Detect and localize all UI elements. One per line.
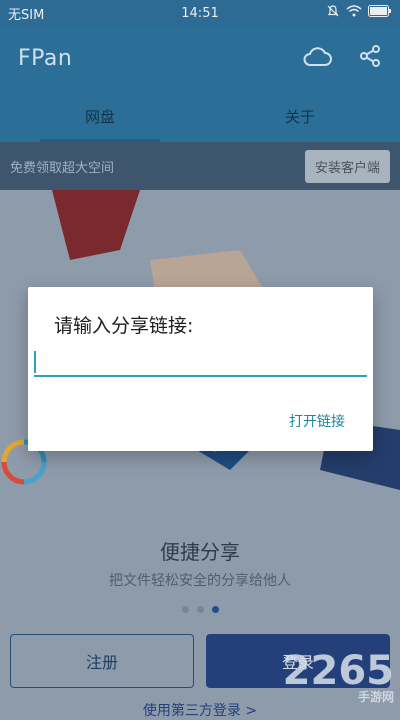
page-dot[interactable] <box>196 606 204 613</box>
app-title: FPan <box>18 45 73 71</box>
tab-bar: 网盘 关于 <box>0 90 400 142</box>
dialog-title: 请输入分享链接: <box>54 315 194 337</box>
tab-about[interactable]: 关于 <box>200 90 400 142</box>
page-indicator <box>0 606 400 613</box>
share-icon[interactable] <box>358 44 382 72</box>
promo-text: 免费领取超大空间 <box>10 160 115 176</box>
promo-bar: 免费领取超大空间 安装客户端 <box>0 142 400 190</box>
share-link-input[interactable] <box>34 347 367 377</box>
share-link-dialog: 请输入分享链接: 打开链接 <box>28 287 373 451</box>
status-bar: 无SIM 14:51 <box>0 0 400 26</box>
tab-netdisk[interactable]: 网盘 <box>0 90 200 142</box>
text-cursor <box>34 351 36 373</box>
feature-title: 便捷分享 <box>160 540 240 564</box>
bottom-panel: 便捷分享 把文件轻松安全的分享给他人 注册 登录 使用第三方登录 > 2265 … <box>0 520 400 719</box>
status-time: 14:51 <box>181 5 219 21</box>
register-button[interactable]: 注册 <box>10 634 194 688</box>
app-bar: FPan <box>0 26 400 90</box>
cloud-icon[interactable] <box>302 45 332 71</box>
open-link-button[interactable]: 打开链接 <box>289 411 345 431</box>
watermark-logo: 2265 手游网 <box>283 648 394 705</box>
app-actions <box>302 44 382 72</box>
page-dot[interactable] <box>181 606 189 613</box>
install-client-button[interactable]: 安装客户端 <box>304 149 390 183</box>
feature-subtitle: 把文件轻松安全的分享给他人 <box>109 573 291 589</box>
page-dot-active[interactable] <box>211 606 219 613</box>
